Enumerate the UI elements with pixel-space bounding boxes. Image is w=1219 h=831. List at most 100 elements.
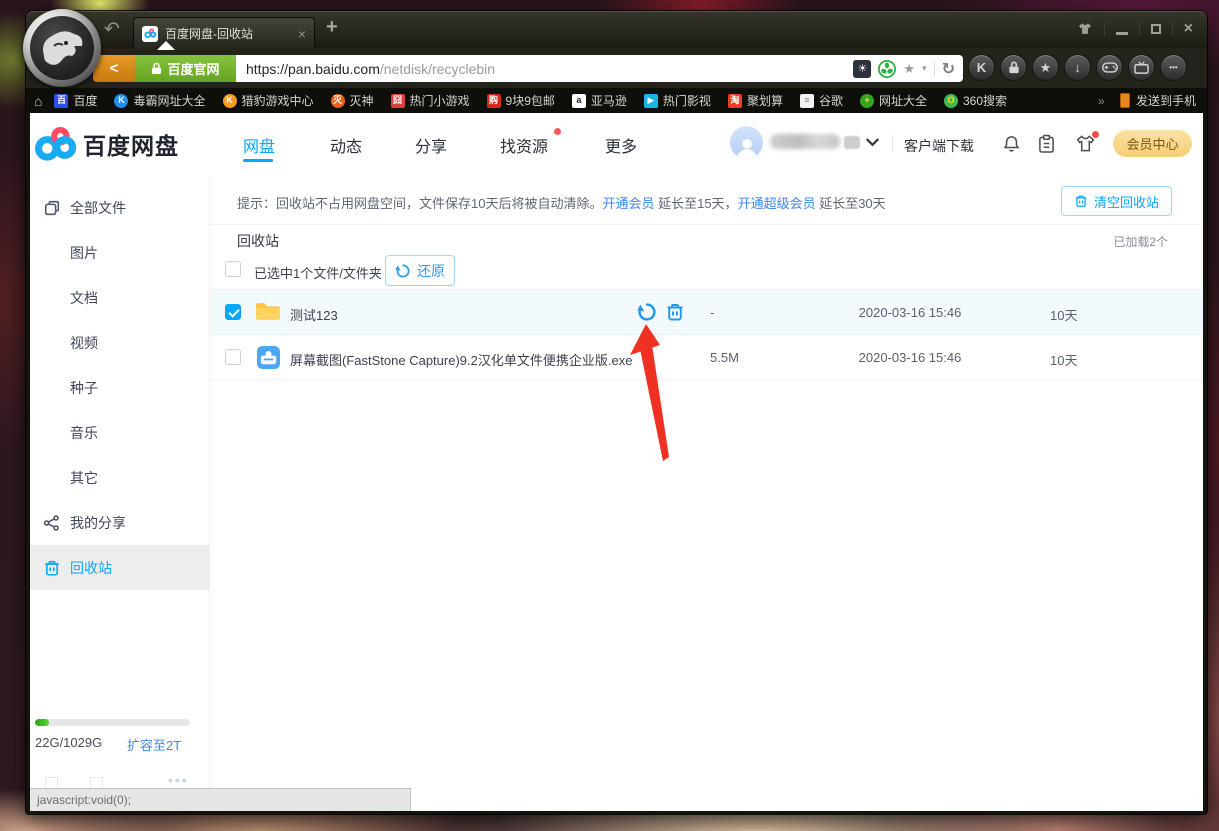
tab-share[interactable]: 分享 <box>415 133 447 157</box>
kingsoft-button[interactable]: K <box>968 54 995 81</box>
more-tools-button[interactable]: ••• <box>1160 54 1187 81</box>
bookmark-label: 谷歌 <box>819 92 843 109</box>
send-to-phone-button[interactable]: 发送到手机 <box>1120 92 1196 109</box>
bookmark-item[interactable]: + 网址大全 <box>860 92 927 109</box>
file-name[interactable]: 屏幕截图(FastStone Capture)9.2汉化单文件便携企业版.exe <box>290 350 632 369</box>
tv-button[interactable] <box>1128 54 1155 81</box>
maximize-button[interactable] <box>1151 24 1161 34</box>
sidebar-item-recycle-bin[interactable]: 回收站 <box>30 545 210 590</box>
table-row[interactable]: 测试123 - 2020-03-16 15:46 10天 <box>210 290 1203 335</box>
storage-usage: 22G/1029G <box>35 735 102 750</box>
winctrl-separator <box>1172 22 1173 36</box>
bookmark-favicon-icon: 淘 <box>728 94 742 108</box>
days-remaining: 10天 <box>1050 350 1094 369</box>
bookmarks-bar: ⌂ 百 百度 K 毒霸网址大全 K 猎豹游戏中心 <box>26 88 1207 113</box>
row-checkbox[interactable] <box>225 304 241 320</box>
bookmarks-overflow-chevron[interactable]: » <box>1098 94 1105 108</box>
bookmark-favicon-icon: ≡ <box>800 94 814 108</box>
netdisk-brand[interactable]: 百度网盘 <box>35 126 179 162</box>
bookmark-item[interactable]: 购 9块9包邮 <box>487 92 555 109</box>
url-host: https://pan.baidu.com <box>246 61 380 77</box>
selection-info: 已选中1个文件/文件夹 <box>254 263 382 282</box>
storage-progress-bar <box>35 719 190 726</box>
client-download-link[interactable]: 客户端下载 <box>904 136 974 156</box>
bookmark-favicon-icon: + <box>860 94 874 108</box>
browser-menu-logo-icon[interactable] <box>23 9 101 87</box>
bookmark-item[interactable]: K 毒霸网址大全 <box>114 92 205 109</box>
trash-icon <box>43 559 61 577</box>
file-size: 5.5M <box>710 350 739 365</box>
open-vip-link[interactable]: 开通会员 <box>602 196 654 211</box>
skin-shirt-icon[interactable] <box>1077 22 1093 36</box>
empty-recycle-bin-button[interactable]: 清空回收站 <box>1061 186 1172 216</box>
bookmark-label: 毒霸网址大全 <box>133 92 205 109</box>
loaded-count: 已加载2个 <box>1113 233 1168 250</box>
bookmark-item[interactable]: ≡ 谷歌 <box>800 92 843 109</box>
home-icon[interactable]: ⌂ <box>34 93 42 109</box>
bookmark-label: 亚马逊 <box>591 92 627 109</box>
bookmark-item[interactable]: O 360搜索 <box>944 92 1007 109</box>
clipboard-icon[interactable] <box>1038 134 1055 154</box>
sidebar-item-my-shares[interactable]: 我的分享 <box>30 500 210 545</box>
table-row[interactable]: 屏幕截图(FastStone Capture)9.2汉化单文件便携企业版.exe… <box>210 335 1203 380</box>
titlebar-back-icon[interactable]: ↶ <box>104 18 120 41</box>
file-name[interactable]: 测试123 <box>290 305 338 324</box>
bookmark-favicon-icon: O <box>944 94 958 108</box>
bookmark-item[interactable]: 灭 灭神 <box>331 92 374 109</box>
sidebar-item-all-files[interactable]: 全部文件 <box>30 185 210 230</box>
tab-netdisk[interactable]: 网盘 <box>243 133 275 157</box>
vip-shirt-icon[interactable] <box>1075 134 1096 153</box>
bookmark-item[interactable]: ▶ 热门影视 <box>644 92 711 109</box>
sidebar-item-music[interactable]: 音乐 <box>30 410 210 455</box>
bell-icon[interactable] <box>1002 134 1021 154</box>
bookmark-item[interactable]: 囧 热门小游戏 <box>391 92 470 109</box>
privacy-lock-button[interactable] <box>1000 54 1027 81</box>
tab-more[interactable]: 更多 <box>605 133 637 157</box>
sidebar-item-torrents[interactable]: 种子 <box>30 365 210 410</box>
user-menu-chevron-icon[interactable] <box>866 138 879 147</box>
bookmark-item[interactable]: 百 百度 <box>54 92 97 109</box>
storage-progress-fill <box>35 719 49 726</box>
safe-wheel-icon[interactable] <box>878 60 896 78</box>
select-all-checkbox[interactable] <box>225 261 241 277</box>
sidebar-item-videos[interactable]: 视频 <box>30 320 210 365</box>
delete-date: 2020-03-16 15:46 <box>850 305 970 320</box>
bookmark-label: 热门影视 <box>663 92 711 109</box>
site-verified-badge[interactable]: 百度官网 <box>135 55 236 82</box>
night-mode-icon[interactable]: ☀ <box>853 60 871 78</box>
add-bookmark-star-icon[interactable]: ★ <box>903 61 915 77</box>
refresh-icon[interactable]: ↻ <box>942 59 955 79</box>
browser-window: ↶ 百度网盘-回收站 × + <box>26 11 1207 814</box>
minimize-button[interactable] <box>1116 32 1128 35</box>
section-title: 回收站 <box>237 231 279 251</box>
tab-find-resources[interactable]: 找资源 <box>500 133 548 157</box>
vip-center-button[interactable]: 会员中心 <box>1113 130 1192 157</box>
bookmark-label: 灭神 <box>350 92 374 109</box>
bookmark-item[interactable]: a 亚马逊 <box>572 92 627 109</box>
brand-title: 百度网盘 <box>83 127 179 161</box>
row-checkbox[interactable] <box>225 349 241 365</box>
restore-icon <box>395 263 411 279</box>
row-delete-icon[interactable] <box>665 302 685 322</box>
bookmark-caret-icon[interactable]: ▾ <box>922 63 927 74</box>
favorites-button[interactable]: ★ <box>1032 54 1059 81</box>
avatar[interactable] <box>730 126 763 159</box>
sidebar-item-images[interactable]: 图片 <box>30 230 210 275</box>
downloads-button[interactable]: ↓ <box>1064 54 1091 81</box>
sidebar-item-others[interactable]: 其它 <box>30 455 210 500</box>
bookmark-item[interactable]: 淘 聚划算 <box>728 92 783 109</box>
expand-storage-link[interactable]: 扩容至2T <box>127 735 181 754</box>
sidebar-item-documents[interactable]: 文档 <box>30 275 210 320</box>
new-tab-button[interactable]: + <box>326 16 338 39</box>
restore-button[interactable]: 还原 <box>385 255 455 286</box>
open-svip-link[interactable]: 开通超级会员 <box>738 196 816 211</box>
url-input[interactable]: https://pan.baidu.com/netdisk/recyclebin… <box>236 55 963 82</box>
games-button[interactable] <box>1096 54 1123 81</box>
bookmark-label: 百度 <box>73 92 97 109</box>
tab-close-icon[interactable]: × <box>298 26 306 42</box>
share-icon <box>43 514 61 532</box>
tab-feed[interactable]: 动态 <box>330 133 362 157</box>
bookmark-item[interactable]: K 猎豹游戏中心 <box>223 92 314 109</box>
close-button[interactable]: × <box>1184 21 1193 37</box>
row-restore-icon[interactable] <box>637 302 657 322</box>
